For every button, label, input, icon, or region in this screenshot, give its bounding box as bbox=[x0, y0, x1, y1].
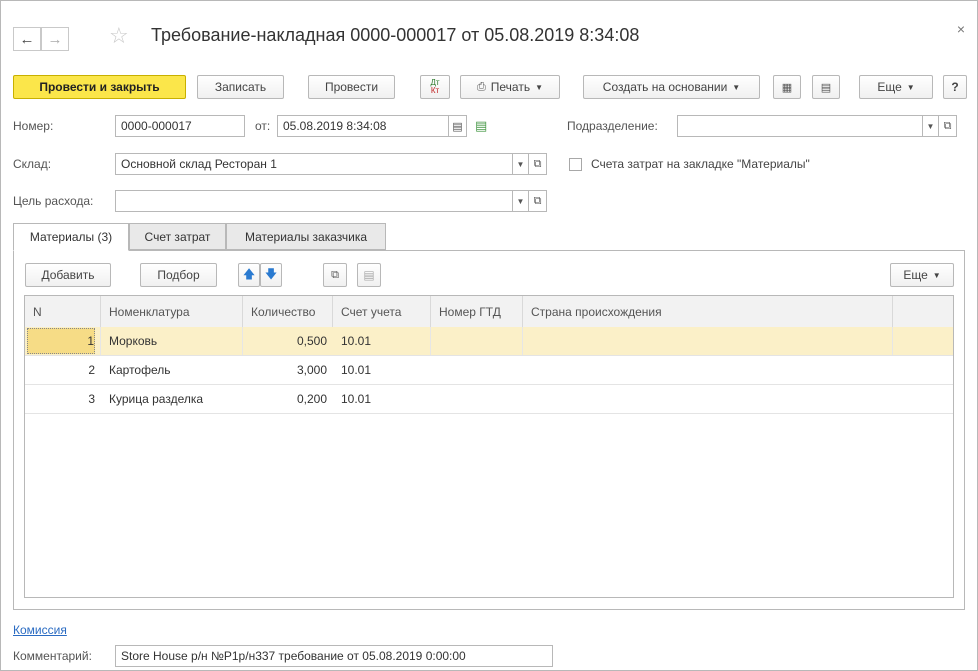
tab-materials[interactable]: Материалы (3) bbox=[13, 223, 129, 251]
save-button[interactable]: Записать bbox=[197, 75, 284, 99]
chevron-down-icon: ▼ bbox=[732, 82, 741, 92]
tab-customer-materials[interactable]: Материалы заказчика bbox=[226, 223, 386, 250]
warehouse-dropdown-icon[interactable]: ▼ bbox=[513, 153, 529, 175]
purpose-open-icon[interactable]: ⧉ bbox=[529, 190, 547, 212]
table-more-label: Еще bbox=[903, 268, 928, 282]
copy-icon[interactable]: ⧉ bbox=[323, 263, 347, 287]
row-country bbox=[523, 356, 893, 384]
row-gtd bbox=[431, 327, 523, 355]
row-number: 2 bbox=[88, 363, 95, 377]
kt-label: Кт bbox=[430, 86, 440, 95]
help-button[interactable]: ? bbox=[943, 75, 967, 99]
warehouse-open-icon[interactable]: ⧉ bbox=[529, 153, 547, 175]
report-icon[interactable]: ▤ bbox=[812, 75, 840, 99]
materials-table: N Номенклатура Количество Счет учета Ном… bbox=[24, 295, 954, 598]
dt-kt-icon[interactable]: Дт Кт bbox=[420, 75, 450, 99]
back-arrow-icon[interactable]: ← bbox=[13, 27, 41, 51]
pick-button[interactable]: Подбор bbox=[140, 263, 217, 287]
column-header-empty bbox=[893, 296, 953, 327]
cost-accounts-checkbox[interactable] bbox=[569, 158, 582, 171]
row-quantity: 3,000 bbox=[296, 363, 327, 377]
chevron-down-icon: ▼ bbox=[932, 270, 941, 280]
row-number: 1 bbox=[25, 327, 101, 355]
post-button[interactable]: Провести bbox=[308, 75, 395, 99]
row-gtd bbox=[431, 356, 523, 384]
table-header: N Номенклатура Количество Счет учета Ном… bbox=[25, 296, 953, 328]
row-country bbox=[523, 385, 893, 413]
paste-icon[interactable]: ▤ bbox=[357, 263, 381, 287]
warehouse-field[interactable]: Основной склад Ресторан 1 bbox=[115, 153, 513, 175]
note-icon[interactable]: ▤ bbox=[475, 118, 487, 134]
page-title: Требование-накладная 0000-000017 от 05.0… bbox=[151, 25, 640, 45]
chevron-down-icon: ▼ bbox=[535, 82, 544, 92]
table-row[interactable]: 2 Картофель 3,000 10.01 bbox=[25, 356, 953, 385]
row-account: 10.01 bbox=[341, 363, 372, 377]
purpose-field[interactable] bbox=[115, 190, 513, 212]
print-button[interactable]: ⎙ Печать ▼ bbox=[460, 75, 560, 99]
row-name: Морковь bbox=[101, 327, 243, 355]
chevron-down-icon: ▼ bbox=[906, 82, 915, 92]
division-open-icon[interactable]: ⧉ bbox=[939, 115, 957, 137]
cost-accounts-checkbox-label: Счета затрат на закладке "Материалы" bbox=[591, 157, 810, 171]
column-header-country[interactable]: Страна происхождения bbox=[523, 296, 893, 327]
purpose-dropdown-icon[interactable]: ▼ bbox=[513, 190, 529, 212]
commission-link[interactable]: Комиссия bbox=[13, 623, 67, 637]
row-name: Картофель bbox=[109, 363, 171, 377]
favorite-star-icon[interactable]: ☆ bbox=[109, 23, 129, 49]
document-window: ← → ☆ Требование-накладная 0000-000017 о… bbox=[0, 0, 978, 671]
row-gtd bbox=[431, 385, 523, 413]
row-number: 3 bbox=[88, 392, 95, 406]
post-and-close-button[interactable]: Провести и закрыть bbox=[13, 75, 186, 99]
move-up-icon[interactable]: 🡅 bbox=[238, 263, 260, 287]
calendar-icon[interactable]: ▤ bbox=[449, 115, 467, 137]
warehouse-label: Склад: bbox=[13, 157, 52, 171]
column-header-quantity[interactable]: Количество bbox=[243, 296, 333, 327]
more-button[interactable]: Еще ▼ bbox=[859, 75, 933, 99]
table-row[interactable]: 3 Курица разделка 0,200 10.01 bbox=[25, 385, 953, 414]
column-header-account[interactable]: Счет учета bbox=[333, 296, 431, 327]
row-quantity: 0,500 bbox=[296, 334, 327, 348]
materials-panel: Добавить Подбор 🡅 🡇 ⧉ ▤ Еще ▼ N Номенкла… bbox=[13, 250, 965, 610]
comment-field[interactable]: Store House р/н №Р1р/н337 требование от … bbox=[115, 645, 553, 667]
more-label: Еще bbox=[877, 80, 902, 94]
printer-icon: ⎙ bbox=[476, 80, 486, 93]
add-button[interactable]: Добавить bbox=[25, 263, 111, 287]
table-row[interactable]: 1 Морковь 0,500 10.01 bbox=[25, 327, 953, 356]
date-label: от: bbox=[255, 119, 271, 133]
row-account: 10.01 bbox=[333, 327, 431, 355]
row-country bbox=[523, 327, 893, 355]
number-label: Номер: bbox=[13, 119, 54, 133]
division-field[interactable] bbox=[677, 115, 923, 137]
forward-arrow-icon[interactable]: → bbox=[41, 27, 69, 51]
create-based-on-button[interactable]: Создать на основании ▼ bbox=[583, 75, 760, 99]
print-label: Печать bbox=[490, 80, 531, 94]
structure-icon[interactable]: ▦ bbox=[773, 75, 801, 99]
division-label: Подразделение: bbox=[567, 119, 658, 133]
number-field[interactable]: 0000-000017 bbox=[115, 115, 245, 137]
tab-cost-account[interactable]: Счет затрат bbox=[129, 223, 226, 250]
comment-label: Комментарий: bbox=[13, 649, 92, 663]
column-header-n[interactable]: N bbox=[25, 296, 101, 327]
division-dropdown-icon[interactable]: ▼ bbox=[923, 115, 939, 137]
move-down-icon[interactable]: 🡇 bbox=[260, 263, 282, 287]
create-based-label: Создать на основании bbox=[602, 80, 728, 94]
column-header-gtd[interactable]: Номер ГТД bbox=[431, 296, 523, 327]
row-name: Курица разделка bbox=[109, 392, 204, 406]
date-field[interactable]: 05.08.2019 8:34:08 bbox=[277, 115, 449, 137]
table-more-button[interactable]: Еще ▼ bbox=[890, 263, 954, 287]
row-account: 10.01 bbox=[341, 392, 372, 406]
row-quantity: 0,200 bbox=[296, 392, 327, 406]
column-header-nomenclature[interactable]: Номенклатура bbox=[101, 296, 243, 327]
purpose-label: Цель расхода: bbox=[13, 194, 94, 208]
close-icon[interactable]: × bbox=[957, 21, 965, 37]
